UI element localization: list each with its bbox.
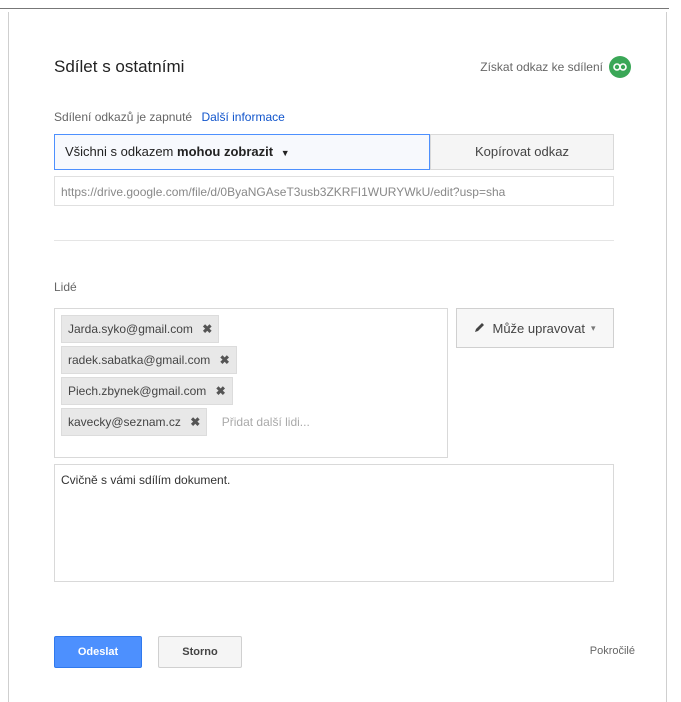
more-info-link[interactable]: Další informace: [201, 110, 284, 124]
cancel-button[interactable]: Storno: [158, 636, 242, 668]
access-prefix: Všichni s odkazem: [65, 144, 174, 159]
link-sharing-status-text: Sdílení odkazů je zapnuté: [54, 110, 193, 124]
permission-dropdown[interactable]: Může upravovat ▾: [456, 308, 614, 348]
recipient-chip: Jarda.syko@gmail.com ✖: [61, 315, 220, 343]
people-label: Lidé: [54, 280, 77, 294]
share-url-field[interactable]: https://drive.google.com/file/d/0ByaNGAs…: [54, 176, 614, 206]
remove-icon[interactable]: ✖: [216, 384, 226, 398]
pencil-icon: [474, 321, 486, 336]
section-divider: [54, 240, 614, 241]
message-textarea[interactable]: Cvičně s vámi sdílím dokument.: [54, 464, 614, 582]
caret-down-icon: ▾: [590, 322, 596, 333]
remove-icon[interactable]: ✖: [220, 353, 230, 367]
access-level: mohou zobrazit: [177, 144, 274, 159]
remove-icon[interactable]: ✖: [202, 322, 212, 336]
recipient-chip: kavecky@seznam.cz ✖: [61, 408, 208, 436]
send-button[interactable]: Odeslat: [54, 636, 142, 668]
permission-label: Může upravovat: [492, 320, 585, 336]
add-people-input[interactable]: Přidat další lidi...: [222, 415, 310, 429]
link-icon[interactable]: [609, 56, 631, 78]
recipient-chip: Piech.zbynek@gmail.com ✖: [61, 377, 233, 405]
recipient-email: radek.sabatka@gmail.com: [68, 353, 211, 367]
get-shareable-link[interactable]: Získat odkaz ke sdílení: [480, 56, 631, 78]
dialog-title: Sdílet s ostatními: [54, 57, 185, 76]
recipient-email: kavecky@seznam.cz: [68, 415, 181, 429]
link-sharing-status: Sdílení odkazů je zapnuté Další informac…: [54, 110, 285, 124]
remove-icon[interactable]: ✖: [190, 415, 200, 429]
recipient-email: Piech.zbynek@gmail.com: [68, 384, 207, 398]
window-top-border: [0, 8, 669, 9]
link-access-dropdown[interactable]: Všichni s odkazem mohou zobrazit ▼: [54, 134, 430, 170]
recipient-email: Jarda.syko@gmail.com: [68, 322, 193, 336]
get-link-label[interactable]: Získat odkaz ke sdílení: [480, 60, 603, 74]
copy-link-button[interactable]: Kopírovat odkaz: [430, 134, 614, 170]
caret-down-icon: ▼: [280, 148, 290, 158]
people-input-box[interactable]: Jarda.syko@gmail.com ✖ radek.sabatka@gma…: [54, 308, 448, 458]
advanced-link[interactable]: Pokročilé: [590, 645, 635, 657]
recipient-chip: radek.sabatka@gmail.com ✖: [61, 346, 237, 374]
